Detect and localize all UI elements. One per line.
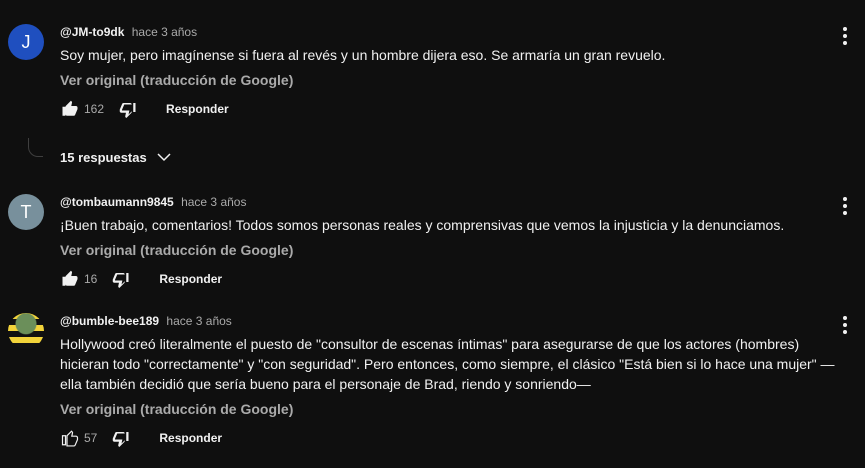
like-icon[interactable] [60, 269, 80, 289]
comment-time[interactable]: hace 3 años [132, 25, 197, 39]
comment-text: Soy mujer, pero imagínense si fuera al r… [60, 47, 666, 63]
comment-author[interactable]: @bumble-bee189 [60, 314, 159, 328]
avatar-letter: J [21, 31, 31, 52]
view-original-link[interactable]: Ver original (traducción de Google) [60, 399, 835, 419]
avatar[interactable]: T [8, 194, 44, 230]
comment-time[interactable]: hace 3 años [166, 314, 231, 328]
like-outline-icon[interactable] [60, 428, 80, 448]
dislike-icon[interactable] [118, 99, 138, 119]
dislike-icon[interactable] [111, 428, 131, 448]
like-icon[interactable] [60, 99, 80, 119]
view-original-link[interactable]: Ver original (traducción de Google) [60, 240, 835, 260]
like-count: 16 [84, 272, 98, 286]
comment-text: Hollywood creó literalmente el puesto de… [60, 336, 835, 392]
comment-text: ¡Buen trabajo, comentarios! Todos somos … [60, 217, 785, 233]
avatar-letter: T [20, 201, 32, 222]
reply-button[interactable]: Responder [159, 431, 222, 445]
replies-label: 15 respuestas [60, 149, 147, 165]
comment-author[interactable]: @JM-to9dk [60, 25, 124, 39]
comment-time[interactable]: hace 3 años [181, 195, 246, 209]
thread-connector [28, 138, 43, 157]
view-original-link[interactable]: Ver original (traducción de Google) [60, 70, 835, 90]
avatar[interactable]: J [8, 24, 44, 60]
chevron-down-icon [157, 153, 171, 162]
like-count: 57 [84, 431, 98, 445]
view-replies-button[interactable]: 15 respuestas [60, 148, 173, 166]
dislike-icon[interactable] [111, 269, 131, 289]
comment-author[interactable]: @tombaumann9845 [60, 195, 174, 209]
reply-button[interactable]: Responder [166, 102, 229, 116]
reply-button[interactable]: Responder [159, 272, 222, 286]
avatar[interactable] [8, 313, 44, 349]
more-options-icon[interactable] [837, 194, 853, 218]
more-options-icon[interactable] [837, 313, 853, 337]
more-options-icon[interactable] [837, 24, 853, 48]
like-count: 162 [84, 102, 105, 116]
